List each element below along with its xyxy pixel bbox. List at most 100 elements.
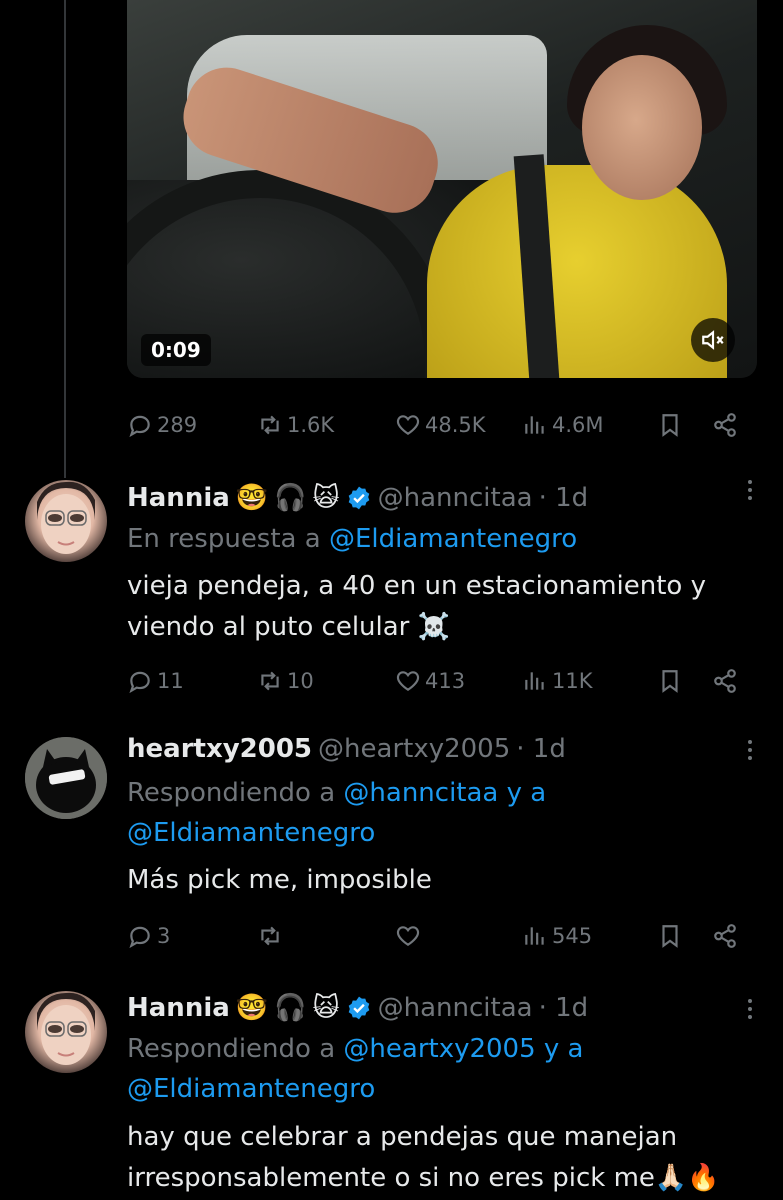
- tweet-text: hay que celebrar a pendejas que manejan …: [127, 1117, 757, 1199]
- heart-icon: [396, 415, 420, 435]
- share-icon: [714, 669, 736, 693]
- repost-icon: [261, 926, 279, 946]
- views-button[interactable]: 11K: [522, 661, 593, 701]
- reply-count: 3: [157, 924, 171, 948]
- tweet-text-line: viendo al puto celular ☠️: [127, 612, 451, 642]
- repost-count: 10: [287, 669, 314, 693]
- avatar[interactable]: [25, 737, 107, 819]
- mention-link[interactable]: @Eldiamantenegro: [127, 818, 375, 848]
- like-button[interactable]: [395, 916, 421, 956]
- tweet-header: heartxy2005 @heartxy2005 · 1d: [127, 729, 566, 769]
- weary-cat-emoji-icon: 🙀: [312, 483, 340, 513]
- more-options-icon[interactable]: [747, 478, 753, 509]
- bookmark-button[interactable]: [657, 405, 683, 445]
- views-button[interactable]: 4.6M: [522, 405, 604, 445]
- repost-icon: [261, 415, 279, 435]
- tweet-text: vieja pendeja, a 40 en un estacionamient…: [127, 566, 757, 648]
- repost-icon: [261, 671, 279, 691]
- mention-link[interactable]: @heartxy2005 y a: [343, 1034, 583, 1064]
- bookmark-button[interactable]: [657, 916, 683, 956]
- display-name[interactable]: Hannia: [127, 993, 230, 1023]
- like-button[interactable]: 48.5K: [395, 405, 486, 445]
- share-button[interactable]: [712, 661, 738, 701]
- nerd-face-emoji-icon: 🤓: [235, 993, 269, 1023]
- video-frame-face: [582, 55, 702, 200]
- weary-cat-emoji-icon: 🙀: [312, 993, 340, 1023]
- avatar[interactable]: [25, 991, 107, 1073]
- reply-button[interactable]: 289: [127, 405, 197, 445]
- volume-muted-icon[interactable]: [691, 318, 735, 362]
- reply-button[interactable]: 11: [127, 661, 184, 701]
- tweet-text-line: irresponsablemente o si no eres pick me🙏…: [127, 1163, 720, 1193]
- bookmark-button[interactable]: [657, 661, 683, 701]
- display-name[interactable]: heartxy2005: [127, 734, 312, 764]
- reply-context: Respondiendo a @hanncitaa y a @Eldiamant…: [127, 773, 546, 853]
- share-button[interactable]: [712, 405, 738, 445]
- mention-link[interactable]: @Eldiamantenegro: [329, 524, 577, 554]
- post-time[interactable]: · 1d: [539, 993, 589, 1023]
- repost-button[interactable]: 1.6K: [257, 405, 334, 445]
- tweet-header: Hannia 🤓 🎧 🙀 @hanncitaa · 1d: [127, 478, 588, 518]
- share-icon: [714, 924, 736, 948]
- tweet-header: Hannia 🤓 🎧 🙀 @hanncitaa · 1d: [127, 988, 588, 1028]
- views-button[interactable]: 545: [522, 916, 592, 956]
- repost-count: 1.6K: [287, 413, 335, 437]
- video-timestamp: 0:09: [141, 334, 211, 366]
- bookmark-icon: [662, 414, 678, 437]
- like-button[interactable]: 413: [395, 661, 465, 701]
- like-count: 413: [425, 669, 466, 693]
- like-count: 48.5K: [425, 413, 486, 437]
- reply-prefix: Respondiendo a: [127, 1034, 336, 1064]
- bookmark-icon: [662, 670, 678, 693]
- display-name[interactable]: Hannia: [127, 483, 230, 513]
- reply-2-actions: 3 545: [127, 916, 757, 956]
- reply-1-actions: 11 10 413 11K: [127, 661, 757, 701]
- post-time[interactable]: · 1d: [516, 734, 566, 764]
- user-handle[interactable]: @hanncitaa: [378, 993, 533, 1023]
- heart-icon: [396, 926, 420, 946]
- mention-link[interactable]: @Eldiamantenegro: [127, 1074, 375, 1104]
- video-frame-person: [427, 165, 727, 378]
- reply-context: En respuesta a @Eldiamantenegro: [127, 519, 577, 559]
- heart-icon: [396, 671, 420, 691]
- views-count: 11K: [552, 669, 593, 693]
- more-options-icon[interactable]: [747, 997, 753, 1028]
- user-handle[interactable]: @heartxy2005: [318, 734, 510, 764]
- share-icon: [714, 413, 736, 437]
- main-tweet-actions: 289 1.6K 48.5K 4.6M: [127, 405, 757, 445]
- repost-button[interactable]: 10: [257, 661, 314, 701]
- user-handle[interactable]: @hanncitaa: [378, 483, 533, 513]
- reply-icon: [129, 926, 150, 949]
- views-icon: [525, 672, 544, 690]
- tweet-text-line: Más pick me, imposible: [127, 865, 432, 895]
- thread-line: [64, 0, 66, 478]
- post-time[interactable]: · 1d: [539, 483, 589, 513]
- video-player[interactable]: 0:09: [127, 0, 757, 378]
- reply-prefix: En respuesta a: [127, 524, 321, 554]
- views-count: 545: [552, 924, 593, 948]
- more-options-icon[interactable]: [747, 738, 753, 769]
- bookmark-icon: [662, 925, 678, 948]
- reply-icon: [129, 671, 150, 694]
- avatar[interactable]: [25, 480, 107, 562]
- reply-button[interactable]: 3: [127, 916, 170, 956]
- nerd-face-emoji-icon: 🤓: [235, 483, 269, 513]
- verified-badge-icon: [348, 996, 369, 1020]
- headphones-emoji-icon: 🎧: [274, 993, 307, 1023]
- mention-link[interactable]: @hanncitaa y a: [343, 778, 546, 808]
- repost-button[interactable]: [257, 916, 283, 956]
- views-count: 4.6M: [552, 413, 604, 437]
- headphones-emoji-icon: 🎧: [274, 483, 307, 513]
- reply-icon: [129, 415, 150, 438]
- tweet-text-line: vieja pendeja, a 40 en un estacionamient…: [127, 571, 706, 601]
- reply-count: 289: [157, 413, 198, 437]
- views-icon: [525, 927, 544, 945]
- reply-prefix: Respondiendo a: [127, 778, 336, 808]
- tweet-text: Más pick me, imposible: [127, 860, 757, 901]
- reply-context: Respondiendo a @heartxy2005 y a @Eldiama…: [127, 1029, 584, 1109]
- views-icon: [525, 416, 544, 434]
- tweet-text-line: hay que celebrar a pendejas que manejan: [127, 1122, 678, 1152]
- reply-count: 11: [157, 669, 184, 693]
- share-button[interactable]: [712, 916, 738, 956]
- verified-badge-icon: [348, 486, 369, 510]
